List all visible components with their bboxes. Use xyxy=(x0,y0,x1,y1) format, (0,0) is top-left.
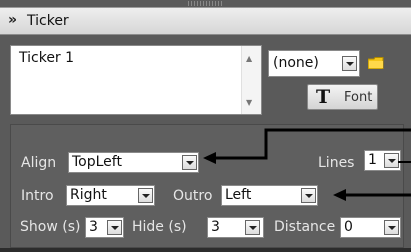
annotation-arrows xyxy=(203,128,411,201)
align-arrow xyxy=(203,128,411,164)
bottom-edge xyxy=(0,248,411,252)
outro-arrow xyxy=(333,189,411,201)
